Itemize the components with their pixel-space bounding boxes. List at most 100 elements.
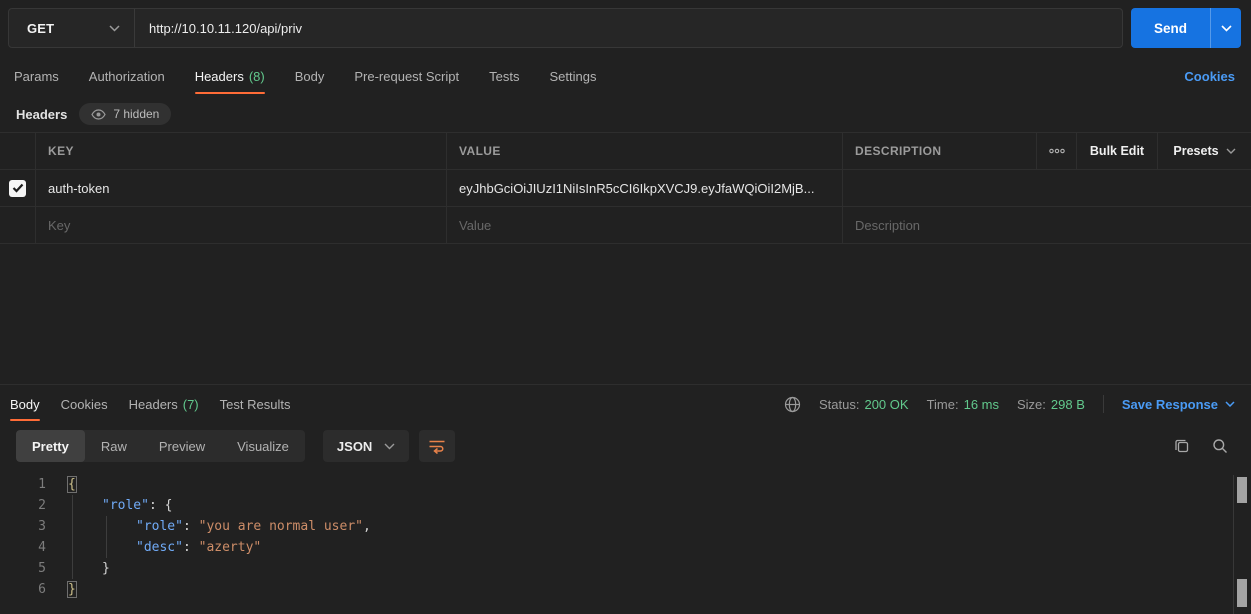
bulk-edit-button[interactable]: Bulk Edit — [1077, 133, 1158, 169]
wrap-text-button[interactable] — [419, 430, 455, 462]
send-options-button[interactable] — [1210, 8, 1241, 48]
meta-separator — [1103, 395, 1104, 413]
description-column-header: DESCRIPTION — [843, 133, 1037, 169]
tab-pre-request-script[interactable]: Pre-request Script — [354, 56, 459, 96]
headers-section-row: Headers 7 hidden — [0, 96, 1251, 132]
tab-body[interactable]: Body — [295, 56, 325, 96]
description-placeholder-cell[interactable]: Description — [843, 207, 1251, 243]
response-tab-cookies[interactable]: Cookies — [61, 385, 108, 423]
row-checkbox-checked[interactable] — [9, 180, 26, 197]
line-number: 4 — [0, 537, 46, 558]
headers-count: (8) — [249, 69, 265, 84]
indent-guide — [106, 516, 107, 558]
code-lines: 1{2"role": {3"role": "you are normal use… — [0, 474, 1251, 600]
headers-section-title: Headers — [16, 107, 67, 122]
response-tab-test-results[interactable]: Test Results — [220, 385, 291, 423]
response-toolbar: Pretty Raw Preview Visualize JSON — [0, 423, 1251, 469]
status-indicator: Status: 200 OK — [819, 397, 909, 412]
tab-headers[interactable]: Headers (8) — [195, 56, 265, 96]
eye-icon — [91, 109, 106, 120]
chevron-down-icon — [384, 443, 395, 450]
view-preview-button[interactable]: Preview — [143, 430, 221, 462]
line-number: 2 — [0, 495, 46, 516]
response-header: Body Cookies Headers (7) Test Results St… — [0, 385, 1251, 423]
value-placeholder-cell[interactable]: Value — [447, 207, 843, 243]
url-group: GET — [8, 8, 1123, 48]
request-response-gap — [0, 244, 1251, 384]
status-value: 200 OK — [864, 397, 908, 412]
line-number: 1 — [0, 474, 46, 495]
size-value: 298 B — [1051, 397, 1085, 412]
view-visualize-button[interactable]: Visualize — [221, 430, 305, 462]
chevron-down-icon — [1221, 25, 1232, 32]
value-column-header: VALUE — [447, 133, 843, 169]
more-actions-icon — [1049, 148, 1065, 154]
code-line: 4"desc": "azerty" — [0, 537, 1251, 558]
code-line: 1{ — [0, 474, 1251, 495]
presets-dropdown[interactable]: Presets — [1158, 133, 1251, 169]
wrap-text-icon — [428, 439, 446, 454]
tab-tests[interactable]: Tests — [489, 56, 519, 96]
code-line: 6} — [0, 579, 1251, 600]
headers-table: KEY VALUE DESCRIPTION Bulk Edit Presets … — [0, 132, 1251, 244]
method-select[interactable]: GET — [9, 9, 135, 47]
method-label: GET — [27, 21, 54, 36]
response-tab-headers[interactable]: Headers (7) — [129, 385, 199, 423]
table-header-row: KEY VALUE DESCRIPTION Bulk Edit Presets — [0, 133, 1251, 170]
time-indicator: Time: 16 ms — [927, 397, 999, 412]
hidden-headers-label: 7 hidden — [113, 107, 159, 121]
tab-params[interactable]: Params — [14, 56, 59, 96]
view-pretty-button[interactable]: Pretty — [16, 430, 85, 462]
header-description-cell[interactable] — [843, 170, 1251, 206]
indent-guide — [72, 495, 73, 579]
view-raw-button[interactable]: Raw — [85, 430, 143, 462]
table-row: auth-token eyJhbGciOiJIUzI1NiIsInR5cCI6I… — [0, 170, 1251, 207]
response-headers-count: (7) — [183, 397, 199, 412]
chevron-down-icon — [109, 25, 120, 32]
response-toolbar-right — [1167, 430, 1235, 462]
key-column-header: KEY — [36, 133, 447, 169]
header-value-cell[interactable]: eyJhbGciOiJIUzI1NiIsInR5cCI6IkpXVCJ9.eyJ… — [447, 170, 843, 206]
time-value: 16 ms — [964, 397, 999, 412]
more-actions-button[interactable] — [1037, 133, 1077, 169]
tab-authorization[interactable]: Authorization — [89, 56, 165, 96]
code-line: 2"role": { — [0, 495, 1251, 516]
request-tabs-row: Params Authorization Headers (8) Body Pr… — [0, 56, 1251, 96]
row-select-cell — [0, 207, 36, 243]
scrollbar-thumb[interactable] — [1237, 579, 1247, 607]
search-response-button[interactable] — [1205, 430, 1235, 462]
scrollbar-thumb[interactable] — [1237, 477, 1247, 503]
search-icon — [1212, 438, 1228, 454]
header-key-cell[interactable]: auth-token — [36, 170, 447, 206]
code-line: 5} — [0, 558, 1251, 579]
request-bar: GET Send — [0, 0, 1251, 56]
cookies-link[interactable]: Cookies — [1184, 69, 1235, 84]
response-tabs: Body Cookies Headers (7) Test Results — [10, 385, 290, 423]
hidden-headers-toggle[interactable]: 7 hidden — [79, 103, 171, 125]
tab-settings[interactable]: Settings — [549, 56, 596, 96]
size-indicator: Size: 298 B — [1017, 397, 1085, 412]
send-button[interactable]: Send — [1131, 8, 1210, 48]
line-number: 3 — [0, 516, 46, 537]
line-number: 5 — [0, 558, 46, 579]
response-tab-body[interactable]: Body — [10, 385, 40, 423]
select-column-header — [0, 133, 36, 169]
table-row-empty: Key Value Description — [0, 207, 1251, 244]
chevron-down-icon — [1225, 401, 1235, 407]
key-placeholder-cell[interactable]: Key — [36, 207, 447, 243]
copy-icon — [1174, 438, 1190, 454]
format-dropdown[interactable]: JSON — [323, 430, 409, 462]
network-globe-icon[interactable] — [784, 396, 801, 413]
response-meta: Status: 200 OK Time: 16 ms Size: 298 B S… — [784, 395, 1235, 413]
scrollbar-track — [1233, 475, 1234, 614]
view-mode-switcher: Pretty Raw Preview Visualize — [16, 430, 305, 462]
row-select-cell — [0, 170, 36, 206]
code-line: 3"role": "you are normal user", — [0, 516, 1251, 537]
url-input[interactable] — [135, 9, 1122, 47]
save-response-button[interactable]: Save Response — [1122, 397, 1235, 412]
request-tabs: Params Authorization Headers (8) Body Pr… — [14, 56, 596, 96]
line-number: 6 — [0, 579, 46, 600]
copy-response-button[interactable] — [1167, 430, 1197, 462]
send-split-button: Send — [1131, 8, 1241, 48]
response-body-editor[interactable]: 1{2"role": {3"role": "you are normal use… — [0, 469, 1251, 614]
